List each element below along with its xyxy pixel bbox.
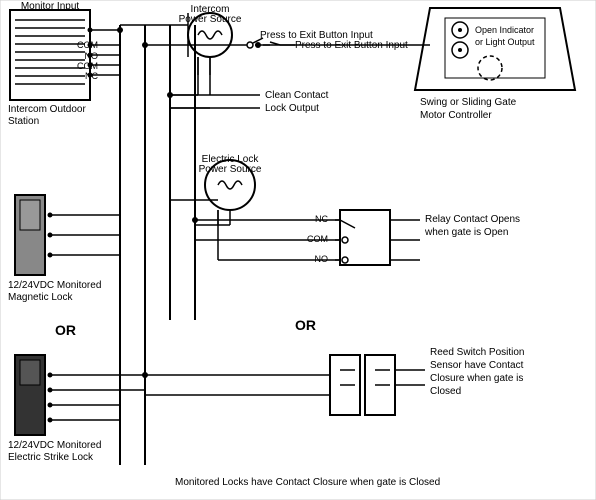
- wiring-diagram: Monitor Input Intercom Outdoor Station I…: [0, 0, 596, 500]
- electric-strike-label: 12/24VDC Monitored: [8, 440, 101, 451]
- relay-contact-label: Relay Contact Opens: [425, 214, 520, 225]
- nc-relay-label: NC: [315, 214, 328, 224]
- intercom-outdoor-label2: Station: [8, 116, 39, 127]
- or-bottom-label: OR: [295, 317, 316, 333]
- or-top-label: OR: [55, 322, 76, 338]
- com-relay-label: COM: [307, 234, 328, 244]
- nc-label: NC: [85, 71, 98, 81]
- svg-text:when gate is Open: when gate is Open: [424, 227, 508, 238]
- monitor-input-label: Monitor Input: [21, 1, 80, 12]
- intercom-outdoor-label: Intercom Outdoor: [8, 104, 86, 115]
- magnetic-lock-label: 12/24VDC Monitored: [8, 280, 101, 291]
- open-indicator-label: Open Indicator: [475, 25, 534, 35]
- svg-text:or Light Output: or Light Output: [475, 37, 535, 47]
- swing-gate-label: Swing or Sliding Gate: [420, 97, 517, 108]
- svg-text:Motor Controller: Motor Controller: [420, 110, 492, 121]
- no-relay-label: NO: [315, 254, 329, 264]
- no-label: NO: [85, 51, 99, 61]
- monitored-locks-label: Monitored Locks have Contact Closure whe…: [175, 477, 440, 488]
- reed-switch-label: Reed Switch Position: [430, 347, 525, 358]
- com-label: COM: [77, 40, 98, 50]
- svg-text:Electric Strike Lock: Electric Strike Lock: [8, 452, 94, 463]
- svg-text:Power Source: Power Source: [199, 164, 262, 175]
- com2-label: COM: [77, 61, 98, 71]
- svg-text:Magnetic Lock: Magnetic Lock: [8, 292, 73, 303]
- clean-contact-label: Clean Contact: [265, 90, 329, 101]
- svg-text:Sensor have Contact: Sensor have Contact: [430, 360, 524, 371]
- svg-text:Closure when gate is: Closure when gate is: [430, 373, 523, 384]
- svg-text:Closed: Closed: [430, 386, 461, 397]
- svg-text:Lock Output: Lock Output: [265, 103, 319, 114]
